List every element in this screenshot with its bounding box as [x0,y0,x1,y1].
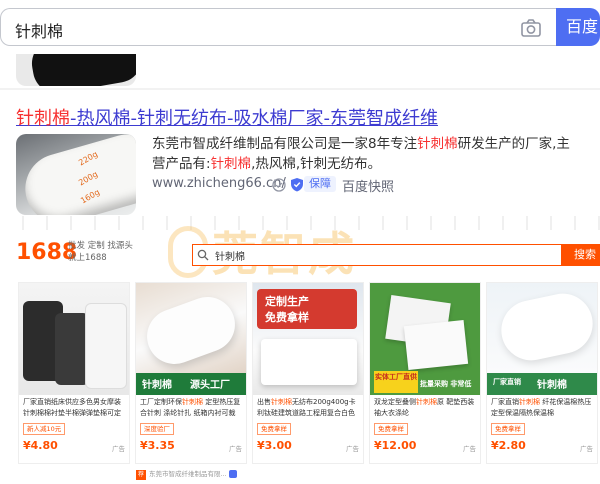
product-price: ¥3.00 [257,439,292,452]
verified-icon[interactable] [272,178,286,192]
product-price: ¥2.80 [491,439,526,452]
product-tag: 深度验厂 [140,423,174,435]
product-tag: 新人减10元 [23,423,66,435]
product-title[interactable]: 厂家直销针刺棉 纤花保温棉热压定型保温隔热保温棉 [491,397,593,419]
product-title[interactable]: 双龙定型叠侧针刺棉原 靶垫西装袖大衣涤纶 [374,397,476,419]
search-button[interactable]: 百度 [556,8,600,46]
product-tag: 免费拿样 [374,423,408,435]
ad-label: 广告 [112,445,125,453]
ad-label: 广告 [580,445,593,453]
result-title-link[interactable]: 针刺棉-热风棉-针刺无纺布-吸水棉厂家-东莞智成纤维 [16,104,438,130]
result-title-text: -热风棉-针刺无纺布-吸水棉厂家-东莞智成纤维 [70,108,438,129]
search-input-1688[interactable]: 针刺棉 [192,244,562,266]
result-description: 东莞市智成纤维制品有限公司是一家8年专注针刺棉研发生产的厂家,主营产品有:针刺棉… [152,136,570,172]
product-tag: 免费拿样 [491,423,525,435]
ad-label: 广告 [463,445,476,453]
verified-icon [228,470,237,478]
result-url[interactable]: www.zhicheng66.cn/ [152,176,286,191]
logo-slogan: 批发 定制 找源头 就上1688 [68,241,133,263]
recommend-icon: 荐 [136,470,146,480]
next-item-supplier[interactable]: 荐东莞市智成纤维制品有限... [136,468,246,482]
product-card[interactable]: 厂家直销纸床供应多色男女摩装针刺棉棉衬垫半棉弹弹垫棉可定制 新人减10元 ¥4.… [18,282,130,464]
result-title-highlight: 针刺棉 [16,108,70,129]
divider [0,88,600,90]
search-button-1688[interactable]: 搜索 [562,244,600,266]
product-card[interactable]: 针刺棉 源头工厂 工厂定制环保针刺棉 定型热压复合针刺 涤纶针扎 纸箱内衬可裁切… [135,282,247,464]
product-price: ¥3.35 [140,439,175,452]
snapshot-link[interactable]: 百度快照 [342,176,394,195]
shield-icon [291,178,303,192]
product-title[interactable]: 出售针刺棉无纺布200g400g卡利钛硅建筑道路工程用复合白色无纺布 [257,397,359,419]
search-bar: 针刺棉 百度 [0,8,600,48]
product-title[interactable]: 厂家直销纸床供应多色男女摩装针刺棉棉衬垫半棉弹弹垫棉可定制 [23,397,125,419]
search-box[interactable]: 针刺棉 [0,8,556,46]
product-tag: 免费拿样 [257,423,291,435]
product-card[interactable]: 实体工厂直供 批量采购 非常低 双龙定型叠侧针刺棉原 靶垫西装袖大衣涤纶 免费拿… [369,282,481,464]
product-price: ¥12.00 [374,439,417,452]
product-card[interactable]: 定制生产 免费拿样 出售针刺棉无纺布200g400g卡利钛硅建筑道路工程用复合白… [252,282,364,464]
product-price: ¥4.80 [23,439,58,452]
protect-badge[interactable]: 保障 [304,176,336,192]
result-thumbnail[interactable]: 220g 200g 160g [16,134,136,215]
ad-label: 广告 [229,445,242,453]
product-card[interactable]: 厂家直销 针刺棉 厂家直销针刺棉 纤花保温棉热压定型保温隔热保温棉 免费拿样 ¥… [486,282,598,464]
result-screenshot-1688: 莞智成 1688 批发 定制 找源头就上1688 针刺棉 搜索 厂家直销纸床供应… [0,216,600,484]
previous-result-thumbnail[interactable] [16,54,136,86]
product-title[interactable]: 工厂定制环保针刺棉 定型热压复合针刺 涤纶针扎 纸箱内衬可裁切 [140,397,242,419]
ad-label: 广告 [346,445,359,453]
camera-icon[interactable] [521,19,541,37]
search-icon [197,249,209,261]
search-input[interactable]: 针刺棉 [15,18,63,42]
